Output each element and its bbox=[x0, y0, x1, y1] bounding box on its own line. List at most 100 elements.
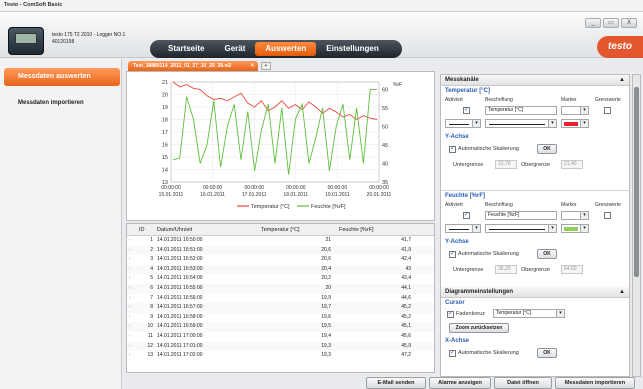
humidity-color-select[interactable]: ▾ bbox=[561, 224, 589, 233]
humidity-line-style-select[interactable]: ▾ bbox=[445, 224, 481, 233]
nav-geraet[interactable]: Gerät bbox=[214, 42, 255, 56]
table-row[interactable]: › 13 14.01.2011 17:02:00 19,3 47,2 bbox=[127, 351, 434, 361]
table-row[interactable]: › 7 14.01.2011 16:56:00 19,9 44,6 bbox=[127, 293, 434, 304]
temperature-label-input[interactable]: Temperatur [°C] bbox=[485, 106, 557, 115]
col-marker: Marker bbox=[561, 97, 577, 103]
crosshair-checkbox[interactable]: ✓ bbox=[447, 311, 454, 318]
temperature-marker-select[interactable]: ▾ bbox=[561, 106, 589, 115]
col-label: Beschriftung bbox=[485, 97, 513, 103]
channels-header[interactable]: Messkanäle ▲ bbox=[441, 75, 629, 86]
maximize-button[interactable]: ▭ bbox=[603, 18, 619, 28]
table-row[interactable]: › 3 14.01.2011 16:52:00 20,6 42,4 bbox=[127, 255, 434, 265]
humidity-autoscale-checkbox[interactable]: ✓ bbox=[449, 251, 456, 258]
collapse-up-icon[interactable]: ▲ bbox=[619, 75, 625, 86]
humidity-ok-button[interactable]: OK bbox=[537, 249, 557, 259]
sidebar: Messdaten auswerten Messdaten importiere… bbox=[0, 59, 122, 389]
table-row[interactable]: › 5 14.01.2011 16:54:00 20,2 43,4 bbox=[127, 274, 434, 284]
email-button[interactable]: E-Mail senden bbox=[366, 377, 426, 389]
xaxis-ok-button[interactable]: OK bbox=[537, 348, 557, 358]
crosshair-label: Fadenkreuz bbox=[456, 311, 486, 317]
temperature-color-select[interactable]: ▾ bbox=[561, 119, 589, 128]
cell-temperature: 19,3 bbox=[321, 342, 331, 349]
chevron-down-icon: ▾ bbox=[548, 225, 556, 232]
humidity-upper-input[interactable]: 64,60 bbox=[561, 265, 583, 274]
temperature-ok-button[interactable]: OK bbox=[537, 144, 557, 154]
close-button[interactable]: X bbox=[621, 18, 637, 28]
humidity-lower-label: Untergrenze bbox=[453, 267, 484, 273]
temperature-active-checkbox[interactable]: ✓ bbox=[463, 107, 470, 114]
tab-close-icon[interactable]: × bbox=[250, 61, 254, 71]
table-row[interactable]: › 4 14.01.2011 16:53:00 20,4 43 bbox=[127, 264, 434, 275]
col-active: Aktiviert bbox=[445, 97, 463, 103]
temperature-upper-input[interactable]: 21,40 bbox=[561, 160, 583, 169]
y-right-tick-label: 50 bbox=[382, 124, 388, 130]
scrollbar-thumb[interactable] bbox=[634, 87, 639, 277]
humidity-marker-select[interactable]: ▾ bbox=[561, 211, 589, 220]
import-data-button[interactable]: Messdaten importieren bbox=[555, 377, 635, 389]
x-time-label: 00:00:00 bbox=[244, 185, 264, 191]
crosshair-channel-select[interactable]: Temperatur [°C] ▾ bbox=[493, 309, 565, 318]
temperature-lower-input[interactable]: 12,70 bbox=[495, 160, 517, 169]
temperature-lower-label: Untergrenze bbox=[453, 162, 484, 168]
humidity-lower-input[interactable]: 36,20 bbox=[495, 265, 517, 274]
table-row[interactable]: › 9 14.01.2011 16:58:00 19,6 45,2 bbox=[127, 312, 434, 323]
table-row[interactable]: › 10 14.01.2011 16:59:00 19,5 45,1 bbox=[127, 322, 434, 332]
y-right-tick-label: 40 bbox=[382, 161, 388, 167]
legend-label: Feuchte [%rF] bbox=[311, 204, 346, 210]
zoom-reset-button[interactable]: Zoom zurücksetzen bbox=[449, 323, 509, 333]
cell-humidity: 41,9 bbox=[401, 246, 411, 253]
open-file-button[interactable]: Datei öffnen bbox=[494, 377, 552, 389]
header-id[interactable]: ID bbox=[135, 224, 157, 235]
table-row[interactable]: › 11 14.01.2011 17:00:00 19,4 45,6 bbox=[127, 331, 434, 342]
y-left-tick-label: 14 bbox=[162, 168, 168, 174]
x-time-label: 00:00:00 bbox=[161, 185, 181, 191]
nav-auswerten[interactable]: Auswerten bbox=[255, 42, 317, 56]
row-marker: › bbox=[129, 265, 131, 272]
humidity-line-width-select[interactable]: ▾ bbox=[485, 224, 557, 233]
cell-humidity: 41,7 bbox=[401, 237, 411, 243]
sidebar-item-messdaten-auswerten[interactable]: Messdaten auswerten bbox=[4, 68, 120, 86]
humidity-yaxis-title: Y-Achse bbox=[445, 239, 469, 245]
cell-id: 3 bbox=[150, 256, 153, 263]
tab-file[interactable]: Test_38880114_2011_01_27_10_29_38.vi2 × bbox=[128, 61, 258, 71]
table-row[interactable]: › 12 14.01.2011 17:01:00 19,3 45,9 bbox=[127, 341, 434, 352]
humidity-label-input[interactable]: Feuchte [%rF] bbox=[485, 211, 557, 220]
diagram-settings-header[interactable]: Diagrammeinstellungen ▲ bbox=[441, 287, 629, 298]
humidity-active-checkbox[interactable]: ✓ bbox=[463, 212, 470, 219]
header-datetime[interactable]: Datum/Uhrzeit bbox=[157, 224, 257, 235]
sidebar-item-messdaten-importieren[interactable]: Messdaten importieren bbox=[4, 95, 120, 111]
show-alarms-button[interactable]: Alarme anzeigen bbox=[429, 377, 491, 389]
cell-temperature: 19,7 bbox=[321, 304, 331, 311]
temperature-line-style-select[interactable]: ▾ bbox=[445, 119, 481, 128]
row-marker: › bbox=[129, 352, 131, 359]
temperature-autoscale-checkbox[interactable]: ✓ bbox=[449, 146, 456, 153]
temperature-limits-checkbox[interactable] bbox=[604, 107, 611, 114]
humidity-limits-checkbox[interactable] bbox=[604, 212, 611, 219]
cell-temperature: 20,4 bbox=[321, 265, 331, 272]
nav-startseite[interactable]: Startseite bbox=[158, 42, 214, 56]
temperature-upper-label: Obergrenze bbox=[521, 162, 551, 168]
minimize-button[interactable]: _ bbox=[585, 18, 601, 28]
col-marker: Marker bbox=[561, 202, 577, 208]
header-humidity[interactable]: Feuchte [%rF] bbox=[335, 224, 415, 235]
cell-id: 1 bbox=[150, 237, 153, 243]
window-titlebar: Testo - ComSoft Basic bbox=[0, 0, 643, 12]
nav-einstellungen[interactable]: Einstellungen bbox=[316, 42, 388, 56]
xaxis-autoscale-label: Automatische Skalierung bbox=[458, 350, 519, 356]
panel-scrollbar[interactable] bbox=[632, 74, 641, 377]
table-row[interactable]: › 6 14.01.2011 16:55:00 20 44,1 bbox=[127, 283, 434, 294]
temperature-line-width-select[interactable]: ▾ bbox=[485, 119, 557, 128]
line-chart[interactable]: 212019181716151413605550454035%rF00:00:0… bbox=[127, 72, 436, 222]
table-row[interactable]: › 8 14.01.2011 16:57:00 19,7 45,2 bbox=[127, 303, 434, 313]
table-row[interactable]: › 2 14.01.2011 16:51:00 20,6 41,9 bbox=[127, 245, 434, 256]
cell-datetime: 14.01.2011 16:54:00 bbox=[157, 275, 203, 282]
new-tab-icon[interactable]: + bbox=[261, 62, 271, 70]
collapse-up-icon[interactable]: ▲ bbox=[619, 287, 625, 298]
table-row[interactable]: › 1 14.01.2011 16:50:00 21 41,7 bbox=[127, 236, 434, 246]
header-temperature[interactable]: Temperatur [°C] bbox=[257, 224, 335, 235]
xaxis-autoscale-checkbox[interactable]: ✓ bbox=[449, 350, 456, 357]
cell-humidity: 44,6 bbox=[401, 294, 411, 301]
chevron-down-icon: ▾ bbox=[580, 107, 588, 114]
cell-id: 12 bbox=[147, 342, 153, 349]
cell-datetime: 14.01.2011 16:51:00 bbox=[157, 246, 203, 253]
